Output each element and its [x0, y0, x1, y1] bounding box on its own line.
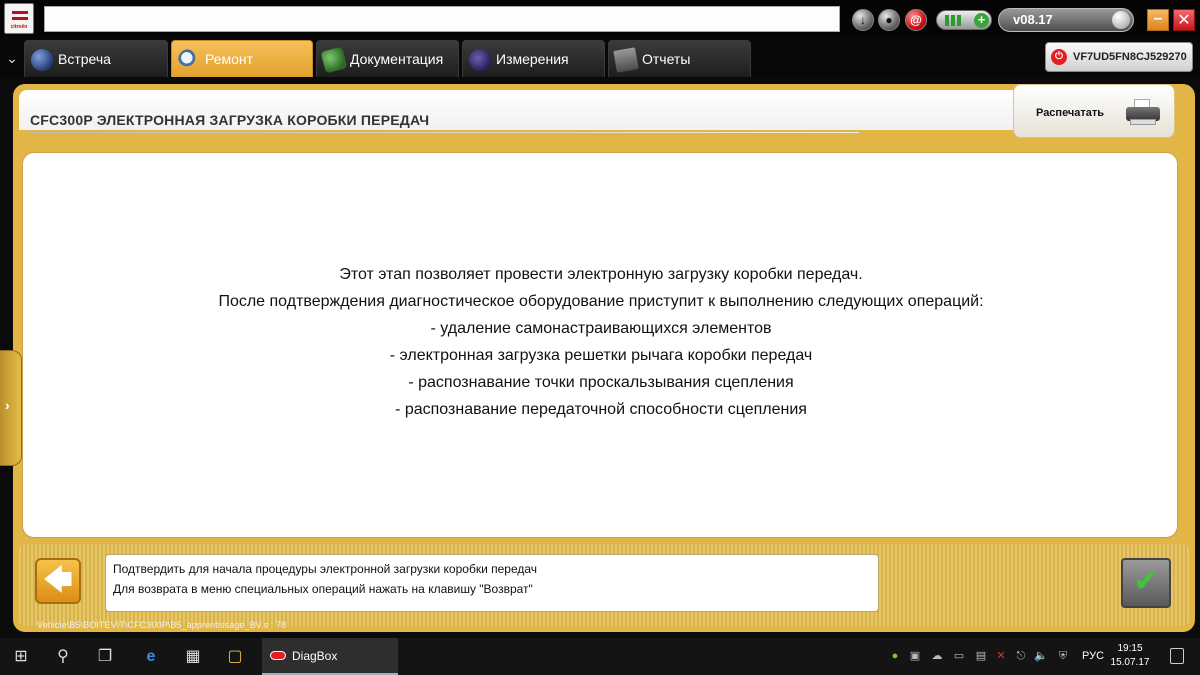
- network-disconnected-icon[interactable]: ✕: [994, 649, 1008, 663]
- windows-start-icon[interactable]: ⊞: [10, 646, 32, 668]
- print-button[interactable]: Распечатать: [1013, 84, 1175, 138]
- notification-icon[interactable]: [1170, 648, 1184, 664]
- tab-documentation[interactable]: Документация: [316, 40, 459, 77]
- clock-date: 15.07.17: [1110, 657, 1150, 668]
- diagbox-icon: [270, 651, 286, 660]
- email-icon[interactable]: @: [905, 9, 927, 31]
- taskbar-app-label: DiagBox: [292, 649, 338, 663]
- search-icon[interactable]: ⚲: [52, 646, 74, 668]
- network-app-icon[interactable]: ▣: [908, 649, 922, 663]
- message-area: Этот этап позволяет провести электронную…: [22, 152, 1178, 538]
- display-icon[interactable]: ▤: [974, 649, 988, 663]
- title-bar: citroën ↓ ● @ + v08.17 – ✕: [0, 0, 1200, 38]
- status-green-icon[interactable]: ●: [888, 649, 902, 663]
- tab-label: Ремонт: [205, 51, 254, 67]
- clock-time: 19:15: [1117, 643, 1143, 654]
- report-icon: [613, 47, 639, 73]
- back-button[interactable]: 🡄: [35, 558, 81, 604]
- tab-label: Документация: [350, 51, 444, 67]
- tab-measurements[interactable]: Измерения: [462, 40, 605, 77]
- citroen-logo: citroën: [4, 3, 34, 34]
- message-line: - электронная загрузка решетки рычага ко…: [389, 347, 813, 364]
- tab-bar: ⌄ Встреча Ремонт Документация Измерения …: [0, 38, 1200, 78]
- version-badge[interactable]: v08.17: [998, 8, 1134, 32]
- battery-icon[interactable]: ▭: [952, 649, 966, 663]
- magnifier-icon: [178, 49, 200, 71]
- battery-indicator: +: [936, 10, 992, 30]
- message-line: Этот этап позволяет провести электронную…: [339, 266, 863, 283]
- download-icon[interactable]: ↓: [852, 9, 874, 31]
- volume-mute-icon[interactable]: 🔈: [1034, 649, 1048, 663]
- info-box: Подтвердить для начала процедуры электро…: [105, 554, 879, 612]
- info-line: Подтвердить для начала процедуры электро…: [113, 562, 538, 576]
- edge-browser-icon[interactable]: e: [140, 646, 162, 668]
- info-line: Для возврата в меню специальных операций…: [113, 582, 533, 596]
- title-divider: [29, 132, 859, 133]
- close-button[interactable]: ✕: [1173, 9, 1195, 31]
- clock[interactable]: 19:15 15.07.17: [1110, 642, 1150, 670]
- vin-button[interactable]: ⏻ VF7UD5FN8CJ529270: [1045, 42, 1193, 72]
- task-view-icon[interactable]: ❐: [94, 646, 116, 668]
- tab-remont[interactable]: Ремонт: [171, 40, 313, 77]
- globe-icon: [31, 49, 53, 71]
- message-line: После подтверждения диагностическое обор…: [218, 293, 984, 310]
- minimize-button[interactable]: –: [1147, 9, 1169, 31]
- footer-bar: 🡄 Подтвердить для начала процедуры элект…: [19, 544, 1189, 626]
- taskbar-app-diagbox[interactable]: DiagBox: [262, 638, 398, 675]
- main-area: CFC300P ЭЛЕКТРОННАЯ ЗАГРУЗКА КОРОБКИ ПЕР…: [0, 78, 1200, 638]
- tab-label: Отчеты: [642, 51, 691, 67]
- side-panel-handle[interactable]: ›: [0, 350, 22, 466]
- plus-icon: +: [974, 13, 989, 28]
- user-icon[interactable]: ●: [878, 9, 900, 31]
- usb-icon[interactable]: ⎋: [1014, 649, 1028, 663]
- script-path: Vehicle\B5\BOITEVIT\CFC300P\B5_apprentis…: [37, 620, 287, 630]
- tab-reports[interactable]: Отчеты: [608, 40, 751, 77]
- vin-label: VF7UD5FN8CJ529270: [1073, 51, 1187, 63]
- waveform-icon: [469, 49, 491, 71]
- content-panel: CFC300P ЭЛЕКТРОННАЯ ЗАГРУЗКА КОРОБКИ ПЕР…: [13, 84, 1195, 632]
- print-label: Распечатать: [1036, 107, 1105, 119]
- language-indicator[interactable]: РУС: [1082, 650, 1104, 662]
- page-title: CFC300P ЭЛЕКТРОННАЯ ЗАГРУЗКА КОРОБКИ ПЕР…: [30, 112, 430, 128]
- printer-icon: [1126, 99, 1160, 127]
- message-line: - распознавание точки проскальзывания сц…: [408, 374, 794, 391]
- tab-label: Измерения: [496, 51, 569, 67]
- cloud-icon[interactable]: ☁: [930, 649, 944, 663]
- checkmark-icon: ✔: [1133, 565, 1159, 598]
- folder-icon[interactable]: ▢: [224, 646, 246, 668]
- arrow-left-icon: 🡄: [43, 564, 73, 595]
- book-icon: [320, 46, 348, 74]
- confirm-button[interactable]: ✔: [1121, 558, 1171, 608]
- chevron-down-icon[interactable]: ⌄: [4, 50, 20, 66]
- page-header: CFC300P ЭЛЕКТРОННАЯ ЗАГРУЗКА КОРОБКИ ПЕР…: [19, 90, 1019, 133]
- dial-icon: [1112, 11, 1130, 29]
- taskbar: ⊞ ⚲ ❐ e ▦ ▢ DiagBox ● ▣ ☁ ▭ ▤ ✕ ⎋ 🔈 ⛨ РУ…: [0, 638, 1200, 675]
- chevron-right-icon: ›: [5, 397, 10, 413]
- power-icon: ⏻: [1051, 49, 1067, 65]
- tab-label: Встреча: [58, 51, 111, 67]
- tab-vstrecha[interactable]: Встреча: [24, 40, 168, 77]
- address-field[interactable]: [44, 6, 840, 32]
- instruction-message: Этот этап позволяет провести электронную…: [23, 261, 1179, 423]
- store-icon[interactable]: ▦: [182, 646, 204, 668]
- message-line: - удаление самонастраивающихся элементов: [430, 320, 772, 337]
- version-label: v08.17: [1013, 12, 1053, 27]
- shield-icon[interactable]: ⛨: [1056, 649, 1070, 663]
- message-line: - распознавание передаточной способности…: [395, 401, 807, 418]
